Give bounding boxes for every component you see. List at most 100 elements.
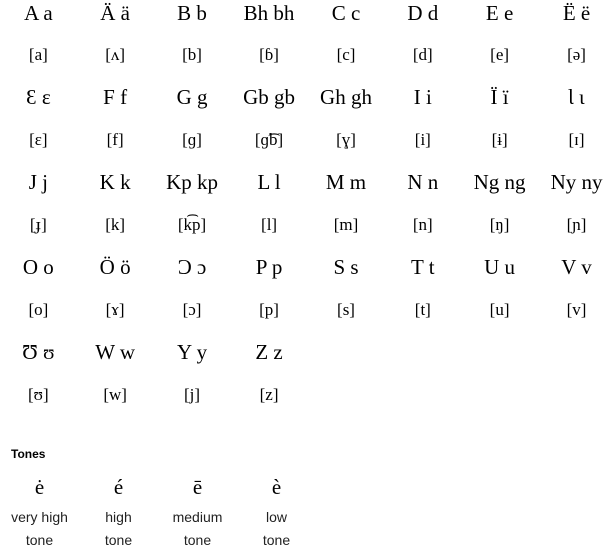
ipa-cell: [ʌ] — [105, 45, 126, 64]
ipa-cell: [f] — [106, 130, 124, 149]
letter-cell: S s — [333, 255, 359, 279]
tone-mark-very-high: ė — [34, 475, 45, 499]
letter-cell: Ɛ ɛ — [26, 85, 51, 109]
letter-row: O oÖ öƆ ɔP pS sT tU uV v — [0, 253, 615, 281]
ipa-cell: [i] — [414, 130, 431, 149]
ipa-cell: [ə] — [567, 45, 586, 64]
ipa-cell: [c] — [336, 45, 356, 64]
empty-cell — [308, 366, 385, 423]
tone-label-low: low tone — [237, 506, 316, 552]
ipa-cell: [k͡p] — [177, 215, 207, 234]
tone-label-line1: very high — [11, 509, 68, 525]
letter-cell: E e — [485, 1, 514, 25]
empty-cell — [538, 366, 615, 423]
empty-cell — [461, 366, 538, 423]
letter-cell: Ɩ ɩ — [568, 85, 585, 109]
empty-cell — [308, 338, 385, 366]
letter-cell: A a — [24, 1, 53, 25]
letter-cell: Ë ë — [562, 1, 591, 25]
empty-cell — [384, 366, 461, 423]
letter-row: A a Ä ä B b Bh bh C c D d E e Ë ë — [0, 0, 615, 26]
ipa-cell: [m] — [333, 215, 359, 234]
letter-cell: V v — [561, 255, 592, 279]
letter-cell: F f — [103, 85, 128, 109]
letter-cell: B b — [177, 1, 207, 25]
ipa-cell: [n] — [412, 215, 433, 234]
letter-cell: Bh bh — [243, 1, 295, 25]
ipa-cell: [ɛ] — [29, 130, 48, 149]
ipa-cell: [d] — [412, 45, 433, 64]
ipa-cell: [ɓ] — [259, 45, 279, 64]
ipa-cell: [u] — [489, 300, 510, 319]
ipa-cell: [k] — [105, 215, 126, 234]
tone-label-line1: medium — [172, 509, 223, 525]
ipa-row: [o] [ɤ] [ɔ] [p] [s] [t] [u] [v] — [0, 281, 615, 338]
tones-table: ė é ē è very high tone high tone medium ton… — [0, 472, 316, 552]
letter-cell: L l — [257, 170, 281, 194]
ipa-cell: [l] — [261, 215, 278, 234]
ipa-cell: [ŋ] — [489, 215, 510, 234]
letter-cell: M m — [325, 170, 367, 194]
letter-cell: T t — [411, 255, 435, 279]
ipa-cell: [ɔ] — [182, 300, 202, 319]
ipa-row: [ɟ] [k] [k͡p] [l] [m] [n] [ŋ] [ɲ] — [0, 196, 615, 253]
ipa-cell: [ɲ] — [566, 215, 587, 234]
letter-cell: I i — [413, 85, 432, 109]
tone-label-line2: tone — [25, 532, 54, 548]
letter-cell: G g — [176, 85, 208, 109]
letter-cell: Ï ï — [490, 85, 509, 109]
empty-cell — [461, 338, 538, 366]
ipa-cell: [w] — [103, 385, 127, 404]
ipa-cell: [j] — [184, 385, 201, 404]
letter-cell: Z z — [255, 340, 283, 364]
empty-cell — [384, 338, 461, 366]
tones-heading: Tones — [11, 447, 46, 461]
ipa-cell: [ɪ] — [568, 130, 585, 149]
tone-label-line1: low — [265, 509, 287, 525]
letter-cell: Ʊ ʊ — [22, 340, 55, 364]
tone-label-high: high tone — [79, 506, 158, 552]
ipa-cell: [t] — [414, 300, 431, 319]
letter-cell: Ö ö — [99, 255, 131, 279]
tone-label-line2: tone — [104, 532, 133, 548]
letter-cell: U u — [484, 255, 516, 279]
tone-label-line2: tone — [183, 532, 212, 548]
ipa-cell: [ɤ] — [105, 300, 125, 319]
letter-cell: Ɔ ɔ — [177, 255, 207, 279]
letter-cell: W w — [95, 340, 136, 364]
ipa-cell: [ɟ] — [29, 215, 47, 234]
letter-cell: O o — [22, 255, 54, 279]
letter-cell: Gb gb — [243, 85, 296, 109]
ipa-cell: [a] — [28, 45, 48, 64]
ipa-cell: [ʊ] — [28, 385, 49, 404]
tone-label-very-high: very high tone — [0, 506, 79, 552]
ipa-row: [ʊ] [w] [j] [z] — [0, 366, 615, 423]
letter-cell: Gh gh — [320, 85, 372, 109]
ipa-cell: [v] — [566, 300, 587, 319]
letter-cell: K k — [99, 170, 131, 194]
letter-cell: Ny ny — [550, 170, 603, 194]
tone-label-line2: tone — [262, 532, 291, 548]
letter-cell: Ng ng — [473, 170, 526, 194]
ipa-cell: [ɣ] — [336, 130, 356, 149]
ipa-cell: [b] — [182, 45, 202, 64]
tone-labels-row: very high tone high tone medium tone low ton… — [0, 506, 316, 552]
alphabet-table: A a Ä ä B b Bh bh C c D d E e Ë ë [a] [ʌ] [b] [ɓ] [c… — [0, 0, 615, 423]
letter-cell: Ä ä — [100, 1, 130, 25]
ipa-cell: [ɡ͡b] — [254, 130, 284, 149]
empty-cell — [538, 338, 615, 366]
ipa-cell: [p] — [259, 300, 279, 319]
letter-row: Ɛ ɛ F f G g Gb gb Gh gh I i Ï ï Ɩ ɩ — [0, 83, 615, 111]
letter-row: Ʊ ʊW wY yZ z — [0, 338, 615, 366]
ipa-cell: [ɡ] — [182, 130, 202, 149]
ipa-cell: [o] — [28, 300, 49, 319]
tone-mark-high: é — [113, 475, 124, 499]
letter-cell: D d — [407, 1, 439, 25]
letter-cell: Y y — [176, 340, 208, 364]
tone-mark-low: è — [271, 475, 282, 499]
ipa-cell: [s] — [337, 300, 355, 319]
letter-cell: N n — [407, 170, 439, 194]
letter-cell: Kp kp — [166, 170, 218, 194]
tone-marks-row: ė é ē è — [0, 472, 316, 506]
ipa-row: [a] [ʌ] [b] [ɓ] [c] [d] [e] [ə] — [0, 26, 615, 83]
